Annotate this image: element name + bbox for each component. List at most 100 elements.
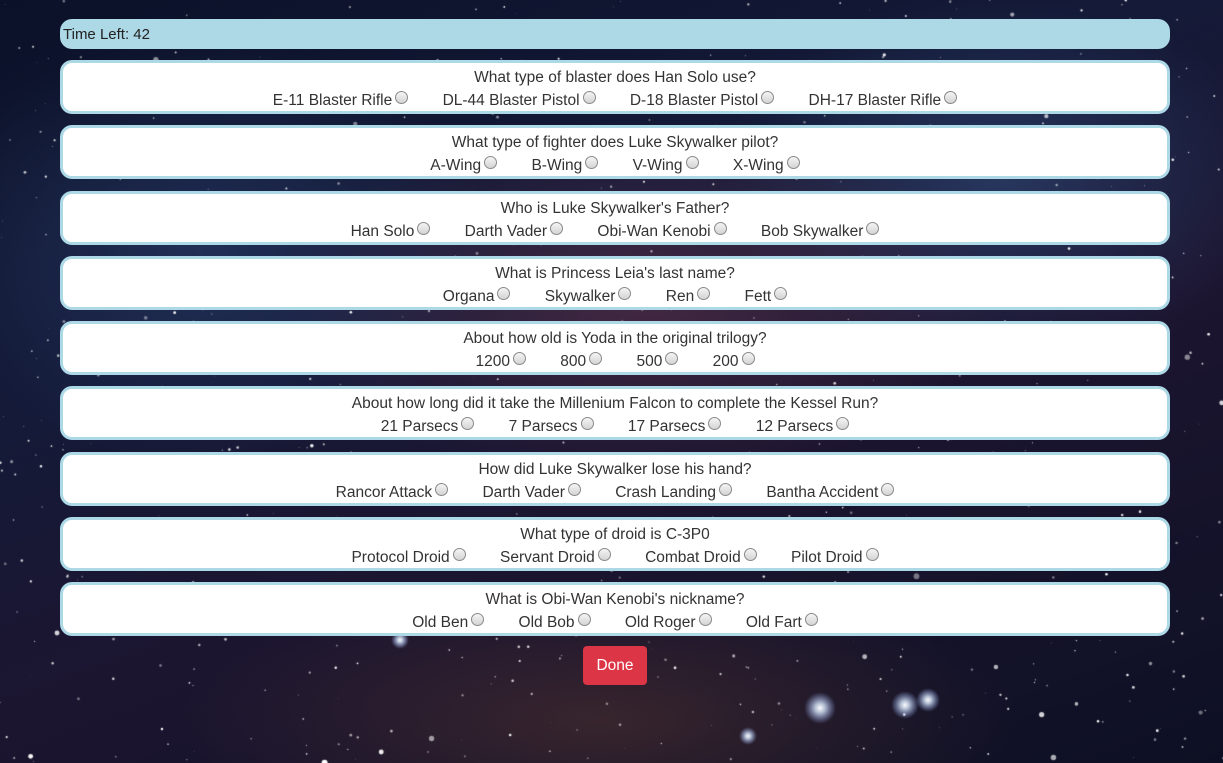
answer-option[interactable]: 800 (560, 352, 603, 372)
radio-button[interactable] (461, 417, 475, 431)
answer-label: Crash Landing (615, 483, 717, 501)
done-button[interactable]: Done (583, 646, 647, 685)
answer-option[interactable]: Organa (443, 286, 511, 307)
radio-button[interactable] (567, 482, 581, 496)
answer-label: X-Wing (732, 157, 784, 175)
radio-button[interactable] (761, 91, 775, 104)
radio-button[interactable] (618, 286, 632, 300)
radio-button[interactable] (944, 91, 958, 104)
radio-button[interactable] (512, 352, 526, 366)
answer-option[interactable]: Combat Droid (645, 548, 757, 568)
radio-button[interactable] (865, 548, 879, 562)
radio-button[interactable] (804, 613, 818, 627)
answer-option[interactable]: 21 Parsecs (381, 417, 475, 437)
answer-option[interactable]: Ren (666, 286, 711, 307)
answer-label: Bantha Accident (766, 483, 879, 501)
answer-option[interactable]: B-Wing (531, 156, 599, 176)
radio-button[interactable] (452, 548, 466, 562)
answer-option[interactable]: Pilot Droid (791, 548, 879, 568)
question-card: How did Luke Skywalker lose his hand? Ra… (60, 451, 1170, 506)
answer-option[interactable]: A-Wing (430, 156, 498, 176)
question-text: What type of fighter does Luke Skywalker… (451, 134, 779, 152)
answer-option[interactable]: 200 (713, 352, 755, 372)
answer-option[interactable]: DL-44 Blaster Pistol (443, 91, 596, 111)
question-text: What is Princess Leia's last name? (495, 264, 735, 282)
question-card: About how long did it take the Millenium… (60, 386, 1170, 441)
question-text: About how long did it take the Millenium… (351, 395, 879, 413)
answer-label: Skywalker (544, 287, 616, 305)
answer-label: D-18 Blaster Pistol (629, 92, 759, 109)
answer-option[interactable]: Crash Landing (615, 482, 733, 503)
answer-option[interactable]: Darth Vader (465, 221, 564, 242)
answer-option[interactable]: E-11 Blaster Rifle (273, 91, 409, 111)
answer-label: 17 Parsecs (627, 418, 706, 436)
answer-option[interactable]: Servant Droid (500, 548, 611, 568)
answer-label: Han Solo (350, 222, 415, 240)
answer-options: Organa Skywalker Ren Fett (63, 286, 1167, 307)
answer-option[interactable]: Protocol Droid (351, 548, 466, 568)
radio-button[interactable] (497, 286, 511, 300)
answer-option[interactable]: Han Solo (350, 221, 431, 242)
question-card: What type of droid is C-3P0 Protocol Dro… (60, 517, 1170, 572)
radio-button[interactable] (743, 548, 757, 562)
answer-option[interactable]: Old Bob (519, 613, 591, 633)
answer-label: 21 Parsecs (380, 418, 459, 436)
radio-button[interactable] (597, 548, 611, 562)
question-text: How did Luke Skywalker lose his hand? (478, 460, 752, 478)
answer-option[interactable]: Darth Vader (482, 482, 581, 503)
question-card: Who is Luke Skywalker's Father? Han Solo… (60, 190, 1170, 245)
radio-button[interactable] (685, 156, 699, 170)
radio-button[interactable] (577, 613, 591, 627)
radio-button[interactable] (866, 221, 880, 235)
answer-option[interactable]: DH-17 Blaster Rifle (809, 91, 958, 111)
question-text: About how old is Yoda in the original tr… (463, 330, 767, 348)
answer-label: 500 (636, 353, 663, 371)
radio-button[interactable] (471, 613, 485, 627)
answer-option[interactable]: Bantha Accident (766, 482, 895, 503)
radio-button[interactable] (741, 352, 755, 366)
radio-button[interactable] (435, 482, 449, 496)
answer-label: Combat Droid (645, 549, 741, 567)
answer-option[interactable]: 12 Parsecs (756, 417, 850, 437)
answer-option[interactable]: 7 Parsecs (509, 417, 594, 437)
answer-option[interactable]: 500 (636, 352, 679, 372)
answer-options: 21 Parsecs 7 Parsecs 17 Parsecs 12 Parse… (63, 417, 1167, 437)
timer-bar: Time Left: 42 (60, 19, 1170, 49)
answer-option[interactable]: 1200 (475, 352, 526, 372)
answer-option[interactable]: X-Wing (733, 156, 800, 176)
answer-option[interactable]: Bob Skywalker (761, 221, 880, 242)
radio-button[interactable] (786, 156, 800, 170)
radio-button[interactable] (836, 417, 850, 431)
answer-option[interactable]: D-18 Blaster Pistol (629, 91, 775, 111)
radio-button[interactable] (665, 352, 679, 366)
answer-option[interactable]: Old Ben (412, 613, 485, 633)
answer-option[interactable]: Skywalker (544, 286, 632, 307)
radio-button[interactable] (698, 613, 712, 627)
radio-button[interactable] (589, 352, 603, 366)
answer-option[interactable]: 17 Parsecs (628, 417, 722, 437)
radio-button[interactable] (697, 286, 711, 300)
answer-label: DL-44 Blaster Pistol (442, 92, 580, 109)
radio-button[interactable] (580, 417, 594, 431)
radio-button[interactable] (395, 91, 409, 104)
radio-button[interactable] (582, 91, 596, 104)
radio-button[interactable] (881, 482, 895, 496)
answer-option[interactable]: V-Wing (633, 156, 699, 176)
answer-option[interactable]: Old Roger (625, 613, 712, 633)
radio-button[interactable] (708, 417, 722, 431)
radio-button[interactable] (713, 221, 727, 235)
answer-label: 7 Parsecs (508, 418, 578, 436)
radio-button[interactable] (774, 286, 788, 300)
radio-button[interactable] (417, 221, 431, 235)
question-card: What type of fighter does Luke Skywalker… (60, 125, 1170, 180)
radio-button[interactable] (585, 156, 599, 170)
radio-button[interactable] (550, 221, 564, 235)
radio-button[interactable] (484, 156, 498, 170)
answer-label: Darth Vader (482, 483, 565, 501)
answer-option[interactable]: Obi-Wan Kenobi (597, 221, 727, 242)
radio-button[interactable] (719, 482, 733, 496)
answer-label: V-Wing (632, 157, 683, 175)
answer-option[interactable]: Old Fart (746, 613, 818, 633)
answer-option[interactable]: Rancor Attack (336, 482, 449, 503)
answer-option[interactable]: Fett (745, 286, 788, 307)
